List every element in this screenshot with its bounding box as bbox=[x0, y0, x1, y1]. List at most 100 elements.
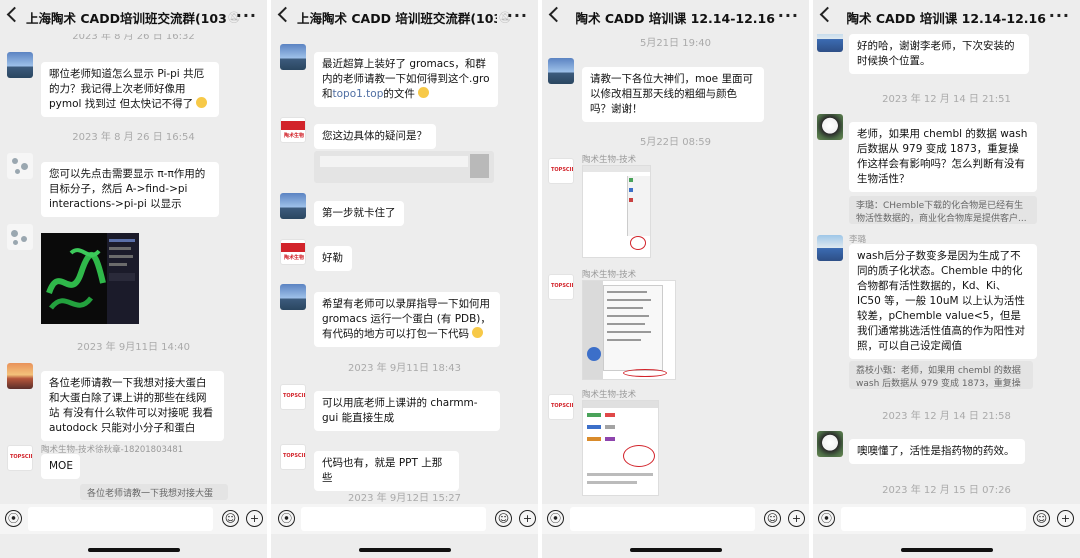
image-moe-dialog[interactable] bbox=[582, 165, 651, 258]
message-bubble[interactable]: 可以用底老师上课讲的 charmm-gui 能直接生成 bbox=[314, 391, 500, 431]
emoji-icon[interactable]: ☺ bbox=[764, 510, 781, 527]
avatar[interactable] bbox=[7, 363, 33, 389]
message-bubble[interactable]: 第一步就卡住了 bbox=[314, 201, 404, 226]
plus-icon[interactable]: + bbox=[246, 510, 263, 527]
message-bubble[interactable]: 您可以先点击需要显示 π-π作用的目标分子，然后 A->find->pi int… bbox=[41, 162, 219, 217]
avatar[interactable]: TOPSCIENCE bbox=[280, 444, 306, 470]
chat-panel-2: 上海陶术 CADD 培训班交流群(103) 🔕︎ ··· 最近超算上装好了 gr… bbox=[271, 0, 538, 558]
avatar[interactable]: 陶术生物 bbox=[280, 117, 306, 143]
file-link[interactable]: topo1.top bbox=[333, 88, 384, 100]
message-bubble[interactable]: MOE bbox=[41, 454, 80, 479]
avatar[interactable]: TOPSCIENCE bbox=[548, 274, 574, 300]
message-input[interactable] bbox=[28, 507, 213, 531]
avatar[interactable] bbox=[548, 58, 574, 84]
plus-icon[interactable]: + bbox=[788, 510, 805, 527]
avatar[interactable] bbox=[280, 193, 306, 219]
voice-icon[interactable]: ⦿ bbox=[547, 510, 564, 527]
input-bar: ⦿ ☺ + bbox=[0, 504, 267, 534]
message-list[interactable]: 好的哈，谢谢李老师，下次安装的时候换个位置。 2023 年 12 月 14 日 … bbox=[813, 34, 1080, 504]
home-indicator bbox=[630, 548, 722, 552]
avatar[interactable] bbox=[280, 284, 306, 310]
avatar[interactable] bbox=[817, 235, 843, 261]
back-icon[interactable] bbox=[819, 6, 836, 23]
avatar[interactable] bbox=[817, 34, 843, 52]
message-bubble[interactable]: 好的哈，谢谢李老师，下次安装的时候换个位置。 bbox=[849, 34, 1029, 74]
sender-name: 陶术生物-技术 bbox=[582, 155, 637, 165]
input-bar: ⦿ ☺ + bbox=[813, 504, 1080, 534]
more-icon[interactable]: ··· bbox=[1049, 6, 1070, 25]
timestamp: 5月21日 19:40 bbox=[639, 38, 712, 49]
more-icon[interactable]: ··· bbox=[236, 6, 257, 25]
message-list[interactable]: 5月21日 19:40 请教一下各位大神们，moe 里面可以修改相互那天线的粗细… bbox=[542, 34, 809, 504]
back-icon[interactable] bbox=[6, 6, 23, 23]
message-bubble[interactable]: 最近超算上装好了 gromacs，和群内的老师请教一下如何得到这个.gro 和t… bbox=[314, 52, 498, 107]
emoji-icon[interactable]: ☺ bbox=[222, 510, 239, 527]
emoji-icon[interactable]: ☺ bbox=[495, 510, 512, 527]
avatar[interactable] bbox=[817, 431, 843, 457]
message-list[interactable]: 最近超算上装好了 gromacs，和群内的老师请教一下如何得到这个.gro 和t… bbox=[271, 34, 538, 504]
message-bubble[interactable]: 哪位老师知道怎么显示 Pi-pi 共厄的力？我记得上次老师好像用 pymol 找… bbox=[41, 62, 219, 117]
home-indicator bbox=[901, 548, 993, 552]
back-icon[interactable] bbox=[548, 6, 565, 23]
chat-header: 陶术 CADD 培训课 12.14-12.16(59) ··· bbox=[813, 0, 1080, 34]
sender-name: 陶术生物-技术 bbox=[582, 270, 637, 280]
image-moe-menu[interactable] bbox=[582, 280, 676, 380]
chat-panel-4: 陶术 CADD 培训课 12.14-12.16(59) ··· 好的哈，谢谢李老… bbox=[813, 0, 1080, 558]
plus-icon[interactable]: + bbox=[1057, 510, 1074, 527]
more-icon[interactable]: ··· bbox=[507, 6, 528, 25]
quoted-image[interactable] bbox=[314, 151, 494, 183]
quoted-message[interactable]: 李璐：CHemble下载的化合物是已经有生物活性数据的，商业化合物库是提供客户.… bbox=[849, 196, 1037, 224]
back-icon[interactable] bbox=[277, 6, 294, 23]
message-bubble[interactable]: 请教一下各位大神们，moe 里面可以修改相互那天线的粗细与颜色吗？谢谢！ bbox=[582, 67, 764, 122]
emoji-icon[interactable]: ☺ bbox=[1033, 510, 1050, 527]
message-bubble[interactable]: 您这边具体的疑问是？ bbox=[314, 124, 436, 149]
message-input[interactable] bbox=[570, 507, 755, 531]
input-bar: ⦿ ☺ + bbox=[271, 504, 538, 534]
avatar[interactable]: TOPSCIENCE bbox=[548, 158, 574, 184]
avatar[interactable]: 陶术生物 bbox=[280, 239, 306, 265]
message-input[interactable] bbox=[301, 507, 486, 531]
voice-icon[interactable]: ⦿ bbox=[278, 510, 295, 527]
quoted-message[interactable]: 荔枝小甄：老师，如果用 chembl 的数据 wash 后数据从 979 变成 … bbox=[849, 361, 1033, 389]
message-bubble[interactable]: 各位老师请教一下我想对接大蛋白和大蛋白除了课上讲的那些在线网站 有没有什么软件可… bbox=[41, 371, 224, 441]
emoji-icon bbox=[472, 327, 484, 338]
chat-panel-3: 陶术 CADD 培训课 12.14-12.16(59) ··· 5月21日 19… bbox=[542, 0, 809, 558]
timestamp: 2023 年 12 月 14 日 21:51 bbox=[882, 94, 1011, 105]
chat-header: 上海陶术 CADD培训班交流群(103) 🔕︎ ··· bbox=[0, 0, 267, 34]
timestamp: 5月22日 08:59 bbox=[639, 137, 712, 148]
input-bar: ⦿ ☺ + bbox=[542, 504, 809, 534]
message-bubble[interactable]: 噢噢懂了，活性是指药物的药效。 bbox=[849, 439, 1025, 464]
more-icon[interactable]: ··· bbox=[778, 6, 799, 25]
avatar[interactable] bbox=[7, 224, 33, 250]
timestamp: 2023 年 12 月 14 日 21:58 bbox=[882, 411, 1011, 422]
avatar[interactable] bbox=[7, 153, 33, 179]
voice-icon[interactable]: ⦿ bbox=[5, 510, 22, 527]
screenshot-collage: 上海陶术 CADD培训班交流群(103) 🔕︎ ··· 2023 年 8 月 2… bbox=[0, 0, 1080, 558]
image-moe-settings[interactable] bbox=[582, 400, 659, 496]
plus-icon[interactable]: + bbox=[519, 510, 536, 527]
message-bubble[interactable]: 老师，如果用 chembl 的数据 wash 后数据从 979 变成 1873，… bbox=[849, 122, 1037, 192]
chat-title: 陶术 CADD 培训课 12.14-12.16(59) bbox=[846, 10, 1047, 26]
avatar[interactable] bbox=[7, 52, 33, 78]
chat-title: 上海陶术 CADD 培训班交流群(103) bbox=[297, 10, 498, 26]
image-protein-structure[interactable] bbox=[41, 233, 139, 324]
message-list[interactable]: 2023 年 8 月 26 日 16:32 哪位老师知道怎么显示 Pi-pi 共… bbox=[0, 34, 267, 504]
avatar[interactable]: TOPSCIENCE bbox=[548, 394, 574, 420]
home-indicator bbox=[88, 548, 180, 552]
avatar[interactable] bbox=[280, 44, 306, 70]
message-bubble[interactable]: wash后分子数变多是因为生成了不同的质子化状态。Chemble 中的化合物都有… bbox=[849, 244, 1037, 359]
timestamp: 2023 年 8 月 26 日 16:54 bbox=[72, 132, 195, 143]
quoted-message[interactable]: 各位老师请教一下我想对接大蛋白 bbox=[80, 484, 228, 500]
message-input[interactable] bbox=[841, 507, 1026, 531]
avatar[interactable]: TOPSCIENCE bbox=[7, 445, 33, 471]
timestamp: 2023 年 8 月 26 日 16:32 bbox=[72, 34, 195, 42]
avatar[interactable]: TOPSCIENCE bbox=[280, 384, 306, 410]
voice-icon[interactable]: ⦿ bbox=[818, 510, 835, 527]
message-bubble[interactable]: 希望有老师可以录屏指导一下如何用 gromacs 运行一个蛋白 (有 PDB)，… bbox=[314, 292, 500, 347]
message-bubble[interactable]: 好勒 bbox=[314, 246, 352, 271]
chat-panel-1: 上海陶术 CADD培训班交流群(103) 🔕︎ ··· 2023 年 8 月 2… bbox=[0, 0, 267, 558]
emoji-icon bbox=[196, 97, 208, 108]
message-bubble[interactable]: 代码也有，就是 PPT 上那些 bbox=[314, 451, 459, 491]
avatar[interactable] bbox=[817, 114, 843, 140]
timestamp: 2023 年 12 月 15 日 07:26 bbox=[882, 485, 1011, 496]
